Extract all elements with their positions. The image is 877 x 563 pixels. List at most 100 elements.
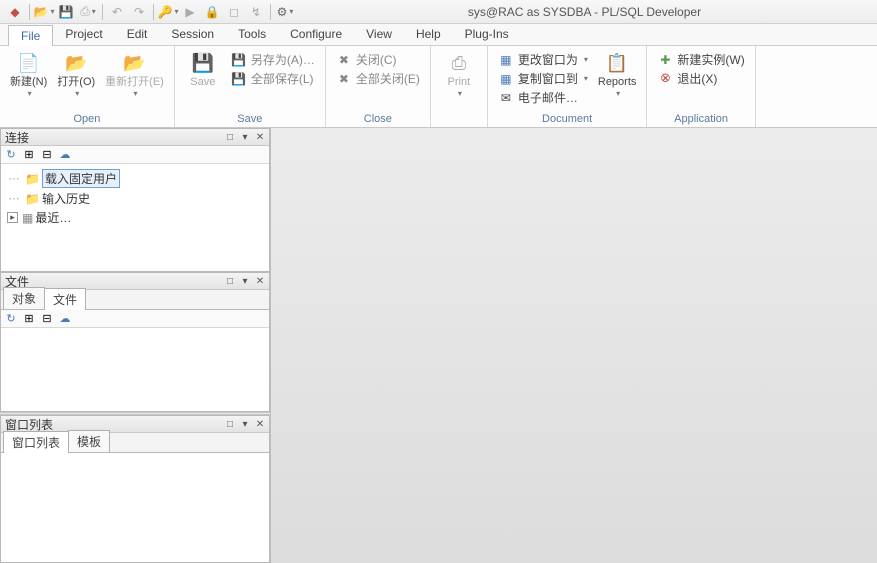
group-label-print	[437, 112, 481, 127]
windowlist-title: 窗口列表	[5, 416, 53, 433]
change-window-button[interactable]: ▦更改窗口为▾	[494, 50, 592, 69]
ribbon: 📄新建(N)▾ 📂打开(O)▾ 📂重新打开(E)▾ Open 💾Save 💾另存…	[0, 46, 877, 128]
closeall-button[interactable]: ✖全部关闭(E)	[332, 69, 424, 88]
pin-icon[interactable]: □	[223, 274, 237, 288]
undo-icon[interactable]: ↶	[107, 2, 127, 22]
close-icon[interactable]: ✕	[253, 274, 267, 288]
tree-node-fixed-users[interactable]: ⋯📁 载入固定用户	[3, 168, 267, 189]
tab-files[interactable]: 文件	[44, 288, 86, 310]
open-button[interactable]: 📂打开(O)▾	[53, 48, 99, 100]
dropdown-icon[interactable]: ▾	[238, 417, 252, 431]
menu-view[interactable]: View	[354, 24, 404, 45]
group-label-close: Close	[332, 112, 424, 127]
link-icon[interactable]: ☁	[57, 147, 73, 163]
group-label-application: Application	[653, 112, 748, 127]
ribbon-group-open: 📄新建(N)▾ 📂打开(O)▾ 📂重新打开(E)▾ Open	[0, 46, 175, 127]
menu-bar: File Project Edit Session Tools Configur…	[0, 24, 877, 46]
stop-icon[interactable]: ◻	[224, 2, 244, 22]
group-label-open: Open	[6, 112, 168, 127]
tab-template[interactable]: 模板	[68, 430, 110, 452]
exit-button[interactable]: ⮿退出(X)	[653, 69, 748, 88]
connections-toolbar: ↻ ⊞ ⊟ ☁	[1, 146, 269, 164]
connections-panel: 连接 □ ▾ ✕ ↻ ⊞ ⊟ ☁ ⋯📁 载入固定用户 ⋯📁 输入历史	[0, 128, 270, 272]
menu-configure[interactable]: Configure	[278, 24, 354, 45]
collapse-icon[interactable]: ⊟	[39, 311, 55, 327]
saveall-button[interactable]: 💾全部保存(L)	[227, 69, 319, 88]
menu-file[interactable]: File	[8, 25, 53, 46]
close-icon[interactable]: ✕	[253, 130, 267, 144]
collapse-icon[interactable]: ⊟	[39, 147, 55, 163]
menu-plugins[interactable]: Plug-Ins	[453, 24, 521, 45]
close-icon[interactable]: ✕	[253, 417, 267, 431]
ribbon-group-application: ✚新建实例(W) ⮿退出(X) Application	[647, 46, 755, 127]
run-icon[interactable]: ▶	[180, 2, 200, 22]
expand-toggle-icon[interactable]: ▸	[7, 212, 18, 223]
reports-button[interactable]: 📋Reports▾	[594, 48, 641, 100]
files-tabs: 对象 文件	[1, 290, 269, 310]
dropdown-icon[interactable]: ▾	[238, 274, 252, 288]
new-button[interactable]: 📄新建(N)▾	[6, 48, 51, 100]
ribbon-group-document: ▦更改窗口为▾ ▦复制窗口到▾ ✉电子邮件… 📋Reports▾ Documen…	[488, 46, 648, 127]
pin-icon[interactable]: □	[223, 417, 237, 431]
quick-access-toolbar: ◆ 📂▾ 💾 ⎙▾ ↶ ↷ 🔑▾ ▶ 🔒 ◻ ↯ ⚙▾ sys@RAC as S…	[0, 0, 877, 24]
tab-objects[interactable]: 对象	[3, 287, 45, 309]
tree-node-recent[interactable]: ▸▦ 最近…	[3, 208, 267, 227]
ribbon-group-save: 💾Save 💾另存为(A)… 💾全部保存(L) Save	[175, 46, 326, 127]
reopen-button[interactable]: 📂重新打开(E)▾	[101, 48, 168, 100]
expand-icon[interactable]: ⊞	[21, 147, 37, 163]
open-icon[interactable]: 📂▾	[34, 2, 54, 22]
group-label-document: Document	[494, 112, 641, 127]
menu-edit[interactable]: Edit	[115, 24, 160, 45]
ribbon-group-close: ✖关闭(C) ✖全部关闭(E) Close	[326, 46, 431, 127]
main-area: 连接 □ ▾ ✕ ↻ ⊞ ⊟ ☁ ⋯📁 载入固定用户 ⋯📁 输入历史	[0, 128, 877, 563]
close-button[interactable]: ✖关闭(C)	[332, 50, 424, 69]
left-sidebar: 连接 □ ▾ ✕ ↻ ⊞ ⊟ ☁ ⋯📁 载入固定用户 ⋯📁 输入历史	[0, 128, 270, 563]
connections-tree: ⋯📁 载入固定用户 ⋯📁 输入历史 ▸▦ 最近…	[1, 164, 269, 231]
separator	[29, 4, 30, 20]
windowlist-body	[1, 453, 269, 562]
windowlist-panel: 窗口列表 □ ▾ ✕ 窗口列表 模板	[0, 415, 270, 563]
refresh-icon[interactable]: ↻	[3, 311, 19, 327]
connections-header: 连接 □ ▾ ✕	[1, 128, 269, 146]
preferences-icon[interactable]: ⚙▾	[275, 2, 295, 22]
ribbon-group-print: ⎙Print▾	[431, 46, 488, 127]
print-icon[interactable]: ⎙▾	[78, 2, 98, 22]
separator	[153, 4, 154, 20]
saveas-button[interactable]: 💾另存为(A)…	[227, 50, 319, 69]
editor-area	[270, 128, 877, 563]
files-panel: 文件 □ ▾ ✕ 对象 文件 ↻ ⊞ ⊟ ☁	[0, 272, 270, 412]
separator	[102, 4, 103, 20]
save-button[interactable]: 💾Save	[181, 48, 225, 91]
files-toolbar: ↻ ⊞ ⊟ ☁	[1, 310, 269, 328]
pin-icon[interactable]: □	[223, 130, 237, 144]
files-body	[1, 328, 269, 411]
folder-icon: 📁	[25, 172, 40, 186]
copy-window-button[interactable]: ▦复制窗口到▾	[494, 69, 592, 88]
key-icon[interactable]: 🔑▾	[158, 2, 178, 22]
stack-icon: ▦	[22, 211, 33, 225]
tree-node-history[interactable]: ⋯📁 输入历史	[3, 189, 267, 208]
lock-icon[interactable]: 🔒	[202, 2, 222, 22]
folder-icon: 📁	[25, 192, 40, 206]
redo-icon[interactable]: ↷	[129, 2, 149, 22]
menu-tools[interactable]: Tools	[226, 24, 278, 45]
save-icon[interactable]: 💾	[56, 2, 76, 22]
menu-project[interactable]: Project	[53, 24, 114, 45]
dropdown-icon[interactable]: ▾	[238, 130, 252, 144]
app-title: sys@RAC as SYSDBA - PL/SQL Developer	[296, 5, 873, 19]
expand-icon[interactable]: ⊞	[21, 311, 37, 327]
separator	[270, 4, 271, 20]
refresh-icon[interactable]: ↻	[3, 147, 19, 163]
windowlist-tabs: 窗口列表 模板	[1, 433, 269, 453]
email-button[interactable]: ✉电子邮件…	[494, 88, 592, 107]
menu-help[interactable]: Help	[404, 24, 453, 45]
new-instance-button[interactable]: ✚新建实例(W)	[653, 50, 748, 69]
break-icon[interactable]: ↯	[246, 2, 266, 22]
menu-session[interactable]: Session	[159, 24, 226, 45]
db-icon[interactable]: ◆	[5, 2, 25, 22]
group-label-save: Save	[181, 112, 319, 127]
connections-title: 连接	[5, 129, 29, 146]
link-icon[interactable]: ☁	[57, 311, 73, 327]
tab-window-list[interactable]: 窗口列表	[3, 431, 69, 453]
print-button[interactable]: ⎙Print▾	[437, 48, 481, 100]
